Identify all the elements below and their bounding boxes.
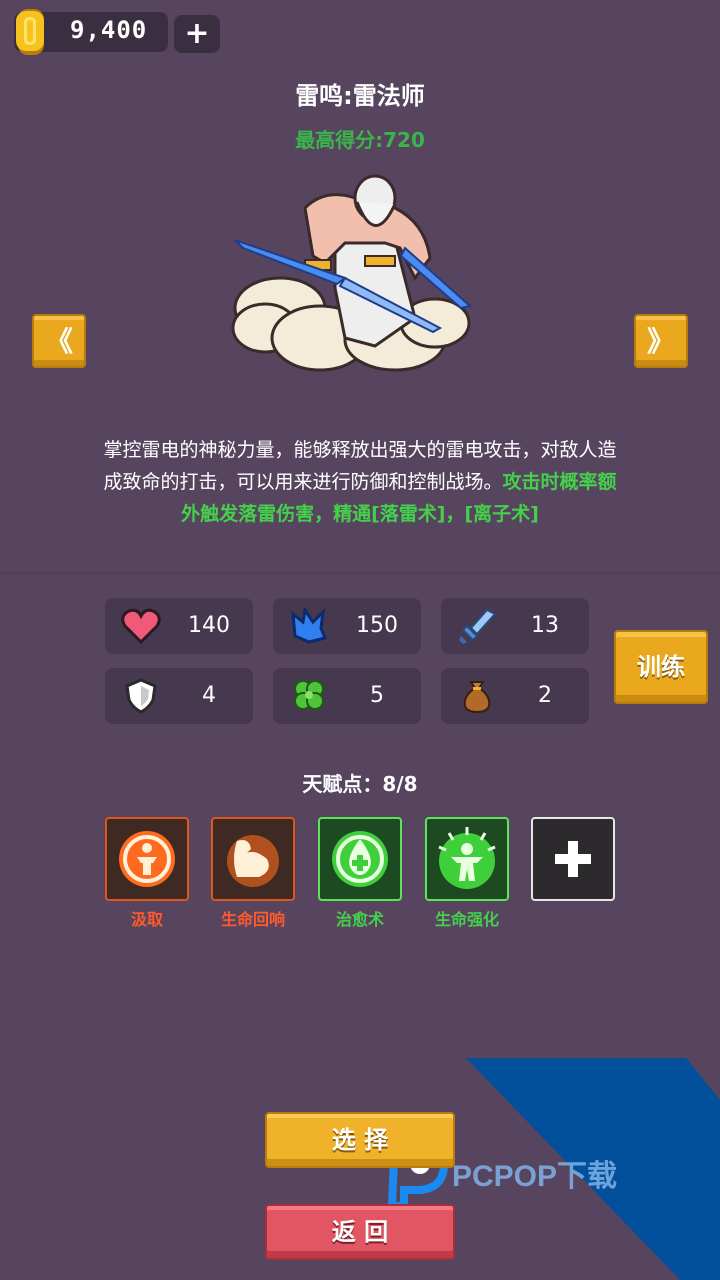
section-divider — [0, 572, 720, 574]
shield-icon — [125, 678, 157, 714]
stat-value: 5 — [370, 683, 384, 708]
back-button[interactable]: 返 回 — [265, 1204, 455, 1260]
add-coins-button[interactable]: + — [174, 15, 220, 53]
stat-luck: 5 — [273, 668, 421, 724]
hero-description: 掌控雷电的神秘力量，能够释放出强大的雷电攻击，对敌人造成致命的打击，可以用来进行… — [100, 434, 620, 530]
plus-icon — [555, 841, 591, 877]
heart-icon — [121, 608, 161, 644]
stat-mana: 150 — [273, 598, 421, 654]
absorb-icon — [119, 831, 175, 887]
train-button[interactable]: 训练 — [614, 630, 708, 704]
stat-defense: 4 — [105, 668, 253, 724]
add-talent-slot[interactable] — [531, 817, 615, 901]
flexed-arm-icon — [227, 835, 279, 887]
watermark-text: PCPOP下载 — [452, 1160, 617, 1193]
talent-name: 生命强化 — [434, 910, 499, 929]
gold-coin-icon — [16, 9, 44, 55]
stat-value: 150 — [356, 613, 398, 638]
talent-life-boost[interactable] — [425, 817, 509, 901]
thunder-mage-portrait — [231, 174, 473, 372]
hero-select-screen: 9,400 + 雷鸣:雷法师 最高得分:720 《 》 掌控雷电的神秘力量，能够… — [0, 0, 720, 1280]
healing-drop-icon — [332, 831, 388, 887]
talent-points-label: 天赋点：8/8 — [302, 772, 418, 796]
coin-amount: 9,400 — [70, 16, 148, 44]
blue-crystal-icon — [291, 608, 328, 644]
stat-value: 4 — [202, 683, 216, 708]
life-boost-icon — [438, 827, 496, 889]
talent-name: 治愈术 — [335, 910, 384, 929]
talent-absorb[interactable] — [105, 817, 189, 901]
talent-name: 生命回响 — [220, 910, 285, 929]
next-hero-button[interactable]: 》 — [634, 314, 688, 368]
stat-value: 2 — [538, 683, 552, 708]
stat-value: 13 — [531, 613, 559, 638]
best-score: 最高得分:720 — [295, 128, 425, 152]
talent-life-echo[interactable] — [211, 817, 295, 901]
hero-title: 雷鸣:雷法师 — [295, 82, 425, 110]
previous-hero-button[interactable]: 《 — [32, 314, 86, 368]
select-button[interactable]: 选 择 — [265, 1112, 455, 1168]
stat-gold-bonus: 2 — [441, 668, 589, 724]
talent-name: 汲取 — [130, 910, 163, 929]
clover-icon — [294, 680, 324, 710]
stat-attack: 13 — [441, 598, 589, 654]
talent-healing[interactable] — [318, 817, 402, 901]
money-bag-icon — [463, 681, 491, 714]
stat-value: 140 — [188, 613, 230, 638]
sword-icon — [459, 608, 497, 644]
stat-health: 140 — [105, 598, 253, 654]
